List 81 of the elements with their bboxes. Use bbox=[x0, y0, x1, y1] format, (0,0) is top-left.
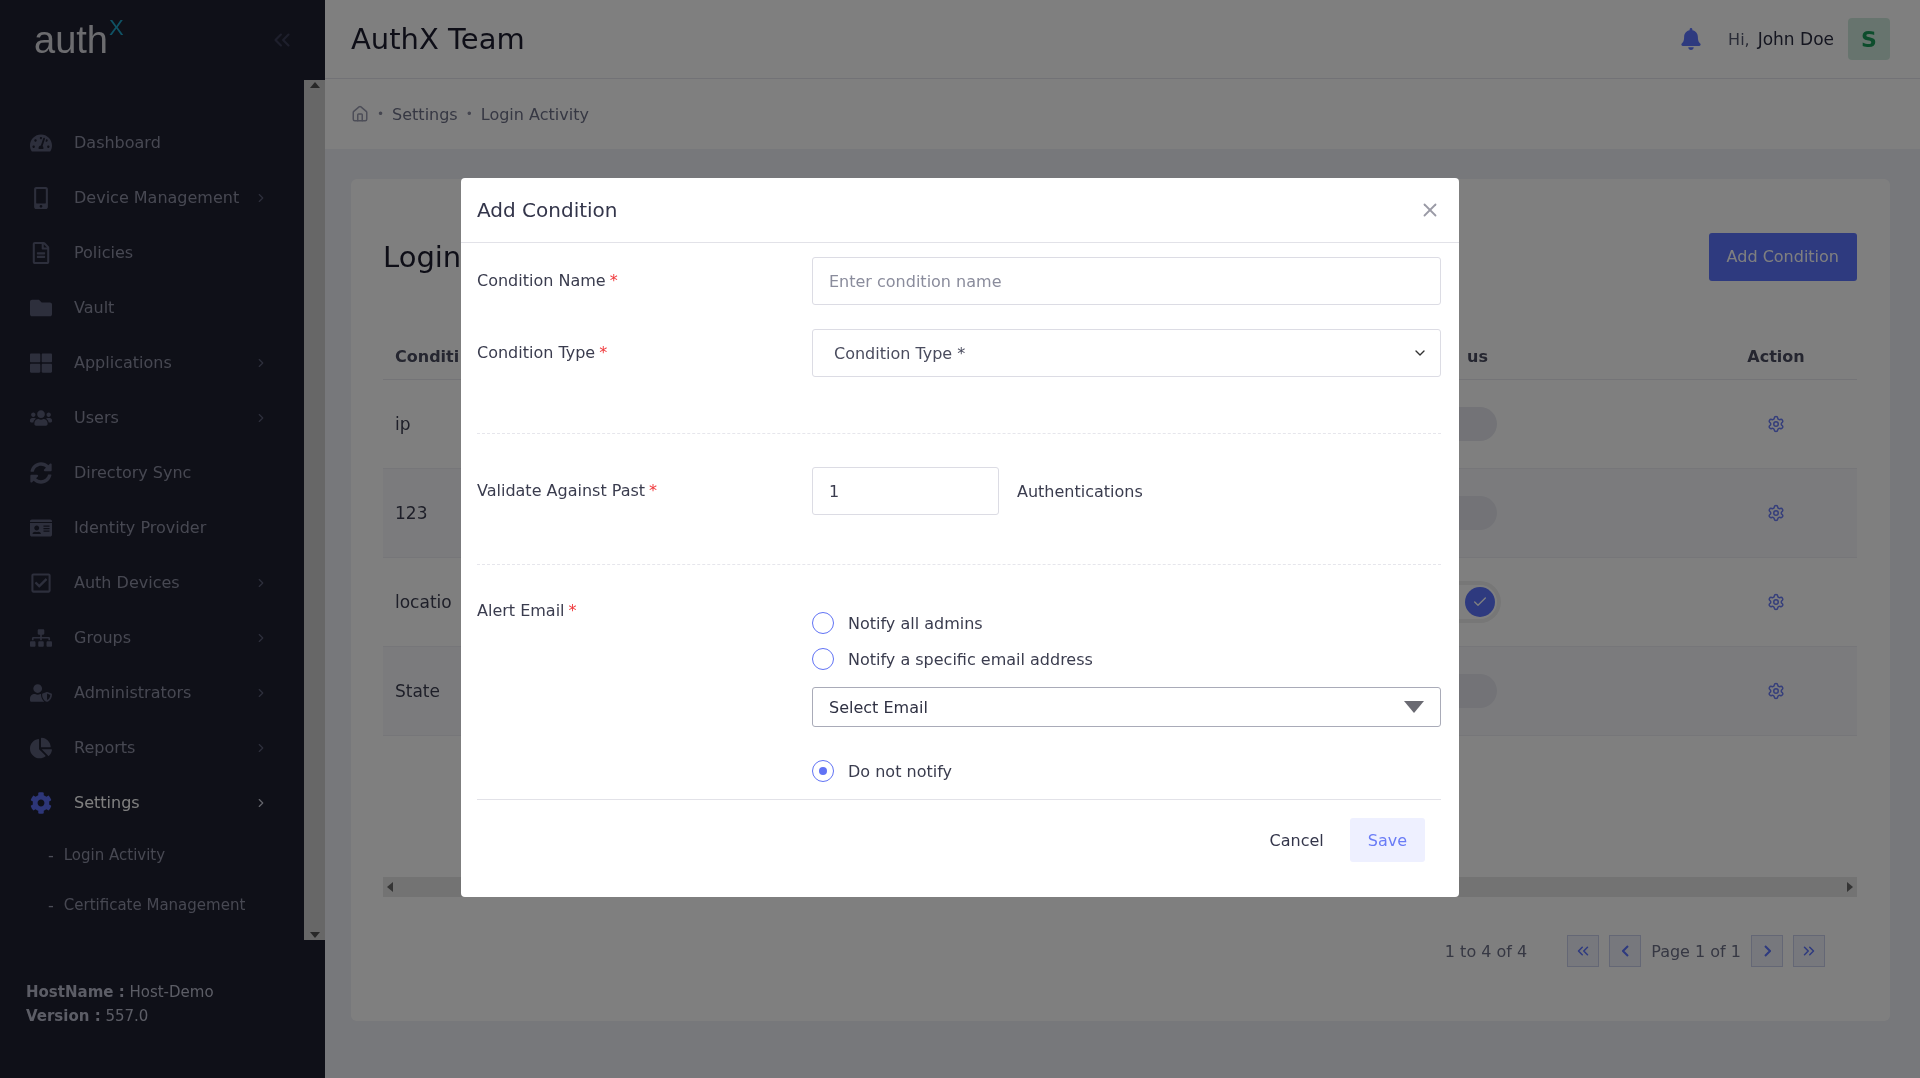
required-mark: * bbox=[568, 601, 577, 620]
page-summary: 1 to 4 of 4 bbox=[1444, 941, 1528, 961]
sidebar-item[interactable]: Reports bbox=[0, 720, 304, 775]
sidebar-item[interactable]: Policies bbox=[0, 225, 304, 280]
radio-label: Do not notify bbox=[848, 761, 952, 781]
radio-option[interactable]: Notify a specific email address bbox=[812, 641, 1441, 677]
sitemap-icon bbox=[30, 626, 52, 649]
down-arrow-icon[interactable] bbox=[309, 932, 320, 938]
document-icon bbox=[30, 241, 52, 264]
page-indicator: Page 1 of 1 bbox=[1651, 941, 1741, 961]
save-button[interactable]: Save bbox=[1349, 818, 1425, 862]
chevron-right-icon bbox=[1763, 945, 1771, 957]
previous-page-button[interactable] bbox=[1609, 935, 1642, 967]
last-page-button[interactable] bbox=[1793, 935, 1825, 967]
sidebar-item[interactable]: Device Management bbox=[0, 170, 304, 225]
required-mark: * bbox=[609, 271, 618, 290]
sidebar-item[interactable]: Directory Sync bbox=[0, 445, 304, 500]
page-title: AuthX Team bbox=[351, 22, 526, 56]
settings-icon[interactable] bbox=[1767, 682, 1785, 700]
column-header: us bbox=[1467, 347, 1488, 366]
condition-name-field[interactable]: Enter condition name bbox=[812, 257, 1441, 305]
checkbox-icon bbox=[30, 571, 52, 594]
radio-option[interactable]: Notify all admins bbox=[812, 605, 1441, 641]
bullet: - bbox=[48, 895, 54, 915]
breadcrumb-link[interactable]: Settings bbox=[392, 104, 458, 124]
field-label: Condition Name bbox=[477, 271, 606, 290]
sidebar-subitem[interactable]: Certificate Management bbox=[63, 896, 246, 914]
user-shield-icon bbox=[30, 681, 52, 704]
radio-label: Notify a specific email address bbox=[848, 649, 1093, 669]
settings-icon bbox=[30, 791, 52, 814]
past-count-field[interactable]: 1 bbox=[812, 467, 999, 515]
field-label: Condition Type bbox=[477, 343, 596, 362]
user-name: John Doe bbox=[1757, 29, 1834, 49]
avatar[interactable]: S bbox=[1848, 18, 1890, 60]
right-arrow-icon[interactable] bbox=[1847, 882, 1853, 892]
field-label: Validate Against Past bbox=[477, 481, 646, 500]
bell-icon[interactable] bbox=[1680, 28, 1703, 50]
left-arrow-icon[interactable] bbox=[387, 882, 393, 892]
cancel-button[interactable]: Cancel bbox=[1265, 818, 1328, 862]
host-info: HostName : Host-Demo bbox=[26, 982, 215, 1003]
host-info: Version : 557.0 bbox=[26, 1006, 150, 1027]
up-arrow-icon[interactable] bbox=[309, 82, 320, 88]
sync-icon bbox=[30, 461, 52, 484]
scrollbar[interactable] bbox=[304, 80, 325, 940]
settings-icon[interactable] bbox=[1767, 593, 1785, 611]
settings-icon[interactable] bbox=[1767, 504, 1785, 522]
pie-chart-icon bbox=[30, 736, 52, 759]
home-icon[interactable] bbox=[351, 105, 369, 123]
breadcrumb-separator: • bbox=[465, 107, 473, 121]
add-condition-button[interactable]: Add Condition bbox=[1708, 232, 1857, 281]
grid-icon bbox=[30, 351, 52, 374]
sidebar-item[interactable]: Administrators bbox=[0, 665, 304, 720]
email-select[interactable]: Select Email bbox=[812, 687, 1441, 727]
field-label: Alert Email bbox=[477, 601, 565, 620]
condition-type-select[interactable]: Condition Type * bbox=[812, 329, 1441, 377]
greeting: Hi, bbox=[1728, 29, 1750, 49]
first-page-button[interactable] bbox=[1567, 935, 1600, 967]
sidebar-item[interactable]: Dashboard bbox=[0, 115, 304, 170]
breadcrumb-separator: • bbox=[377, 107, 385, 121]
sidebar-item[interactable]: Vault bbox=[0, 280, 304, 335]
field-suffix: Authentications bbox=[1017, 481, 1143, 501]
required-mark: * bbox=[599, 343, 608, 362]
sidebar-item[interactable]: Auth Devices bbox=[0, 555, 304, 610]
sidebar-item[interactable]: Groups bbox=[0, 610, 304, 665]
dropdown-arrow-icon bbox=[1404, 701, 1424, 713]
settings-icon[interactable] bbox=[1767, 415, 1785, 433]
sidebar-subitem[interactable]: Login Activity bbox=[63, 846, 166, 864]
chevron-left-icon bbox=[1621, 945, 1629, 957]
required-mark: * bbox=[649, 481, 658, 500]
next-page-button[interactable] bbox=[1751, 935, 1783, 967]
sidebar-item[interactable]: Applications bbox=[0, 335, 304, 390]
radio-label: Notify all admins bbox=[848, 613, 983, 633]
breadcrumb-link[interactable]: Login Activity bbox=[480, 104, 589, 124]
id-card-icon bbox=[30, 516, 52, 539]
bullet: - bbox=[48, 845, 54, 865]
radio-option[interactable]: Do not notify bbox=[812, 753, 1441, 789]
sidebar-item[interactable]: Settings bbox=[0, 775, 304, 830]
sidebar-item[interactable]: Users bbox=[0, 390, 304, 445]
sidebar-item[interactable]: Identity Provider bbox=[0, 500, 304, 555]
dialog-title: Add Condition bbox=[477, 198, 618, 222]
card-title: Login bbox=[383, 239, 462, 274]
